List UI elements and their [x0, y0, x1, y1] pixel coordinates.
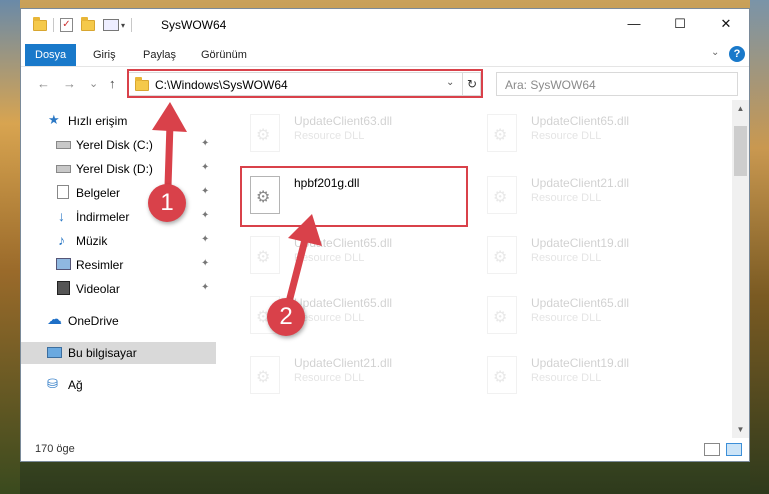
callout-step-1: 1	[148, 184, 186, 222]
annotation-arrows	[152, 102, 322, 302]
arrow-to-address	[152, 102, 187, 190]
callout-step-2: 2	[267, 298, 305, 336]
arrow-to-file	[286, 214, 322, 302]
